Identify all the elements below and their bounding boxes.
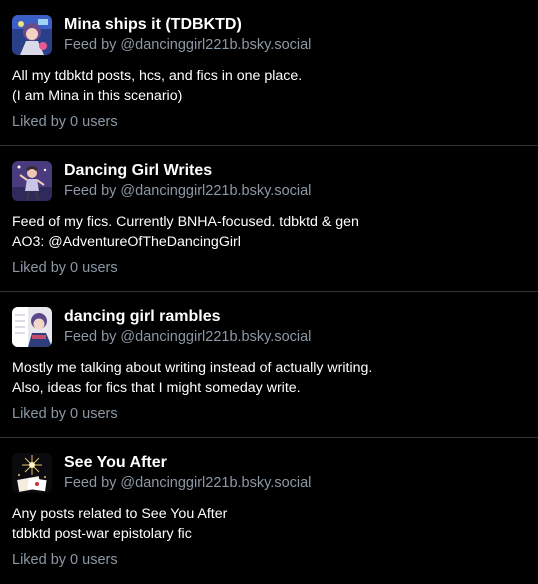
feed-author: Feed by @dancinggirl221b.bsky.social — [64, 183, 312, 199]
feed-author: Feed by @dancinggirl221b.bsky.social — [64, 37, 312, 53]
feed-description-line: Feed of my fics. Currently BNHA-focused.… — [12, 214, 359, 230]
feed-description-line: Any posts related to See You After — [12, 506, 228, 522]
feed-description: Mostly me talking about writing instead … — [12, 358, 527, 398]
feed-list: Mina ships it (TDBKTD) Feed by @dancingg… — [0, 0, 538, 584]
feed-description-line: Mostly me talking about writing instead … — [12, 360, 373, 376]
feed-description-line: tdbktd post-war epistolary fic — [12, 526, 192, 542]
feed-likes[interactable]: Liked by 0 users — [12, 114, 118, 130]
feed-card[interactable]: Mina ships it (TDBKTD) Feed by @dancingg… — [0, 0, 538, 146]
feed-description: Any posts related to See You After tdbkt… — [12, 504, 527, 544]
feed-card[interactable]: dancing girl rambles Feed by @dancinggir… — [0, 292, 538, 438]
dancing-figure-avatar-icon[interactable] — [12, 161, 52, 201]
feed-likes[interactable]: Liked by 0 users — [12, 260, 118, 276]
anime-art-avatar-icon[interactable] — [12, 15, 52, 55]
feed-author: Feed by @dancinggirl221b.bsky.social — [64, 329, 312, 345]
feed-description: Feed of my fics. Currently BNHA-focused.… — [12, 212, 527, 252]
feed-description-line: Also, ideas for fics that I might someda… — [12, 380, 301, 396]
feed-description-line: (I am Mina in this scenario) — [12, 88, 183, 104]
feed-title[interactable]: Mina ships it (TDBKTD) — [64, 16, 242, 34]
feed-title[interactable]: See You After — [64, 454, 167, 472]
feed-description: All my tdbktd posts, hcs, and fics in on… — [12, 66, 527, 106]
feed-likes[interactable]: Liked by 0 users — [12, 406, 118, 422]
feed-author: Feed by @dancinggirl221b.bsky.social — [64, 475, 312, 491]
feed-description-line: AO3: @AdventureOfTheDancingGirl — [12, 234, 241, 250]
feed-card[interactable]: See You After Feed by @dancinggirl221b.b… — [0, 438, 538, 584]
letter-sparkle-avatar-icon[interactable] — [12, 453, 52, 493]
feed-description-line: All my tdbktd posts, hcs, and fics in on… — [12, 68, 303, 84]
writing-character-avatar-icon[interactable] — [12, 307, 52, 347]
feed-card[interactable]: Dancing Girl Writes Feed by @dancinggirl… — [0, 146, 538, 292]
feed-title[interactable]: dancing girl rambles — [64, 308, 220, 326]
feed-title[interactable]: Dancing Girl Writes — [64, 162, 212, 180]
feed-likes[interactable]: Liked by 0 users — [12, 552, 118, 568]
